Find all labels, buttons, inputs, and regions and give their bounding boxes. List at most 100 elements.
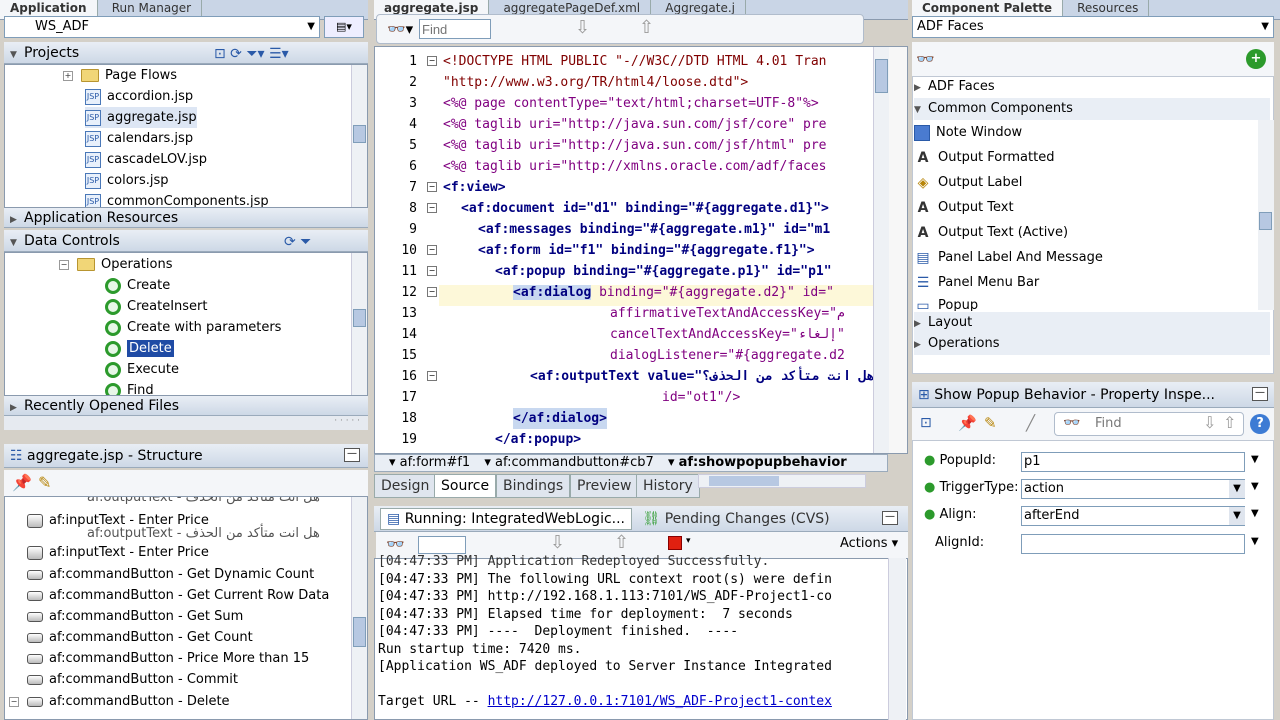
fold-marker-icon[interactable]: −	[427, 371, 437, 381]
projects-scrollbar[interactable]	[351, 65, 367, 207]
prop-input-alignid[interactable]	[1021, 534, 1245, 554]
projects-header[interactable]: ▼ Projects ⊡ ⟳ ⏷▾ ☰▾	[4, 42, 368, 64]
help-icon[interactable]: ?	[1250, 414, 1270, 434]
palette-item[interactable]: ☰ Panel Menu Bar	[914, 270, 1040, 295]
tree-item-file[interactable]: JSP cascadeLOV.jsp	[85, 149, 207, 170]
find-previous-icon[interactable]: ⇧	[639, 17, 654, 38]
pin-icon[interactable]: 📌	[958, 414, 977, 432]
editor-h-scrollbar[interactable]	[698, 474, 866, 488]
breadcrumb-item-current[interactable]: af:showpopupbehavior	[679, 455, 847, 470]
collapse-box-icon[interactable]: −	[59, 259, 69, 270]
chevron-down-icon[interactable]: ▼	[1251, 508, 1259, 519]
splitter-grip[interactable]: · · · · ·	[4, 416, 368, 430]
find-previous-icon[interactable]: ⇧	[1223, 413, 1236, 432]
fold-marker-icon[interactable]: −	[427, 287, 437, 297]
operation-item[interactable]: Create with parameters	[105, 317, 281, 338]
chevron-down-icon[interactable]: ▼	[1251, 481, 1259, 492]
editor-tab-source[interactable]: Source	[434, 474, 497, 498]
log-tab-running[interactable]: ▤ Running: IntegratedWebLogic...	[380, 508, 633, 530]
log-scrollbar[interactable]	[888, 558, 906, 720]
minimize-icon[interactable]: —	[344, 448, 360, 462]
projects-toolbar-icons[interactable]: ⊡ ⟳ ⏷▾ ☰▾	[214, 43, 289, 65]
chevron-down-icon[interactable]: ▾	[686, 536, 691, 546]
inspector-select-icon[interactable]: ⊡	[920, 415, 932, 431]
binoculars-icon[interactable]: 👓	[386, 535, 405, 553]
tree-item-file-selected[interactable]: JSP aggregate.jsp	[85, 107, 197, 128]
editor-find-input[interactable]	[419, 19, 491, 39]
editor-tab-preview[interactable]: Preview	[570, 474, 639, 498]
tree-item-file[interactable]: JSP colors.jsp	[85, 170, 169, 191]
binoculars-icon[interactable]: 👓▾	[387, 20, 413, 38]
app-resources-header[interactable]: ▶ Application Resources	[4, 208, 368, 228]
palette-item[interactable]: A Output Text (Active)	[914, 220, 1069, 245]
structure-item[interactable]: af:commandButton - Get Dynamic Count	[27, 564, 314, 585]
collapse-box-icon[interactable]: −	[9, 696, 19, 707]
fold-marker-icon[interactable]: −	[427, 56, 437, 66]
recent-files-header[interactable]: ▶ Recently Opened Files	[4, 396, 368, 416]
palette-item[interactable]: ▭ Popup	[914, 295, 978, 312]
minimize-icon[interactable]: —	[1252, 387, 1268, 401]
pencil-icon[interactable]: ╱	[1026, 414, 1035, 432]
log-find-input[interactable]	[418, 536, 466, 554]
palette-selector[interactable]: ADF Faces ▼	[912, 16, 1274, 38]
structure-item[interactable]: af:commandButton - Commit	[27, 669, 238, 690]
prop-select-align[interactable]: afterEnd	[1021, 506, 1245, 526]
code-editor[interactable]: 1 2 3 4 5 6 7 8 9 10 11 12 13 14 15 16 1…	[374, 46, 908, 454]
chevron-down-icon[interactable]: ▼	[1251, 536, 1259, 547]
structure-item[interactable]: af:commandButton - Get Current Row Data	[27, 585, 329, 606]
palette-item[interactable]: Note Window	[914, 120, 1022, 145]
fold-marker-icon[interactable]: −	[427, 245, 437, 255]
edit-icon[interactable]: ✎	[984, 414, 997, 432]
structure-item-cut[interactable]: af:outputText - هل انت متأكد من الحذف	[87, 523, 320, 544]
dropdown-arrow-icon[interactable]: ▼	[1229, 480, 1245, 498]
application-selector[interactable]: WS_ADF ▼	[4, 16, 320, 38]
palette-section-layout[interactable]: ▶ Layout	[914, 312, 1270, 334]
tree-item-operations[interactable]: − Operations	[59, 254, 172, 275]
palette-item[interactable]: A Output Text	[914, 195, 1014, 220]
palette-scrollbar[interactable]	[1258, 120, 1274, 310]
data-controls-scrollbar[interactable]	[351, 253, 367, 395]
target-url-link[interactable]: http://127.0.0.1:7101/WS_ADF-Project1-co…	[488, 694, 832, 709]
editor-tab-bindings[interactable]: Bindings	[496, 474, 571, 498]
structure-item-cut[interactable]: af:outputText - هل انت متأكد من الحذف	[87, 497, 320, 508]
find-next-icon[interactable]: ⇩	[575, 17, 590, 38]
actions-menu[interactable]: Actions ▾	[840, 536, 898, 551]
fold-marker-icon[interactable]: −	[427, 266, 437, 276]
find-next-icon[interactable]: ⇩	[550, 532, 565, 553]
tree-item-file[interactable]: JSP calendars.jsp	[85, 128, 193, 149]
dropdown-arrow-icon[interactable]: ▼	[1229, 507, 1245, 525]
structure-item-expanded[interactable]: − af:commandButton - Delete	[9, 691, 230, 712]
palette-item[interactable]: ◈ Output Label	[914, 170, 1023, 195]
chevron-down-icon[interactable]: ▼	[1251, 454, 1259, 465]
log-tab-pending[interactable]: ⛓ Pending Changes (CVS)	[642, 511, 829, 527]
palette-section-adf-faces[interactable]: ▶ ADF Faces	[914, 76, 995, 98]
breadcrumb-item[interactable]: af:form#f1	[400, 455, 471, 470]
editor-tab-history[interactable]: History	[636, 474, 700, 498]
pin-icon[interactable]: 📌	[12, 473, 32, 492]
data-controls-toolbar-icons[interactable]: ⟳ ⏷	[284, 231, 311, 253]
operation-item[interactable]: Execute	[105, 359, 179, 380]
operation-item[interactable]: CreateInsert	[105, 296, 207, 317]
data-controls-header[interactable]: ▼ Data Controls ⟳ ⏷	[4, 230, 368, 252]
structure-item[interactable]: af:commandButton - Get Count	[27, 627, 253, 648]
add-icon[interactable]: +	[1246, 49, 1266, 69]
edit-icon[interactable]: ✎	[38, 473, 51, 492]
editor-tab-design[interactable]: Design	[374, 474, 437, 498]
structure-item[interactable]: af:commandButton - Price More than 15	[27, 648, 309, 669]
structure-item[interactable]: af:inputText - Enter Price	[27, 542, 209, 563]
expand-icon[interactable]: +	[63, 70, 73, 81]
palette-section-operations[interactable]: ▶ Operations	[914, 333, 1270, 355]
tree-item-file[interactable]: JSP accordion.jsp	[85, 86, 193, 107]
operation-item[interactable]: Create	[105, 275, 170, 296]
operation-item-selected[interactable]: Delete	[105, 338, 174, 359]
editor-scrollbar[interactable]	[873, 47, 889, 453]
palette-section-common-components[interactable]: ▼ Common Components	[914, 98, 1270, 120]
fold-marker-icon[interactable]: −	[427, 203, 437, 213]
stop-icon[interactable]	[668, 536, 682, 550]
palette-item[interactable]: ▤ Panel Label And Message	[914, 245, 1103, 270]
tree-item-file[interactable]: JSP commonComponents.jsp	[85, 191, 269, 207]
find-next-icon[interactable]: ⇩	[1203, 413, 1216, 432]
structure-scrollbar[interactable]	[351, 497, 367, 719]
minimize-icon[interactable]: —	[882, 511, 898, 525]
binoculars-icon[interactable]: 👓	[916, 50, 935, 68]
